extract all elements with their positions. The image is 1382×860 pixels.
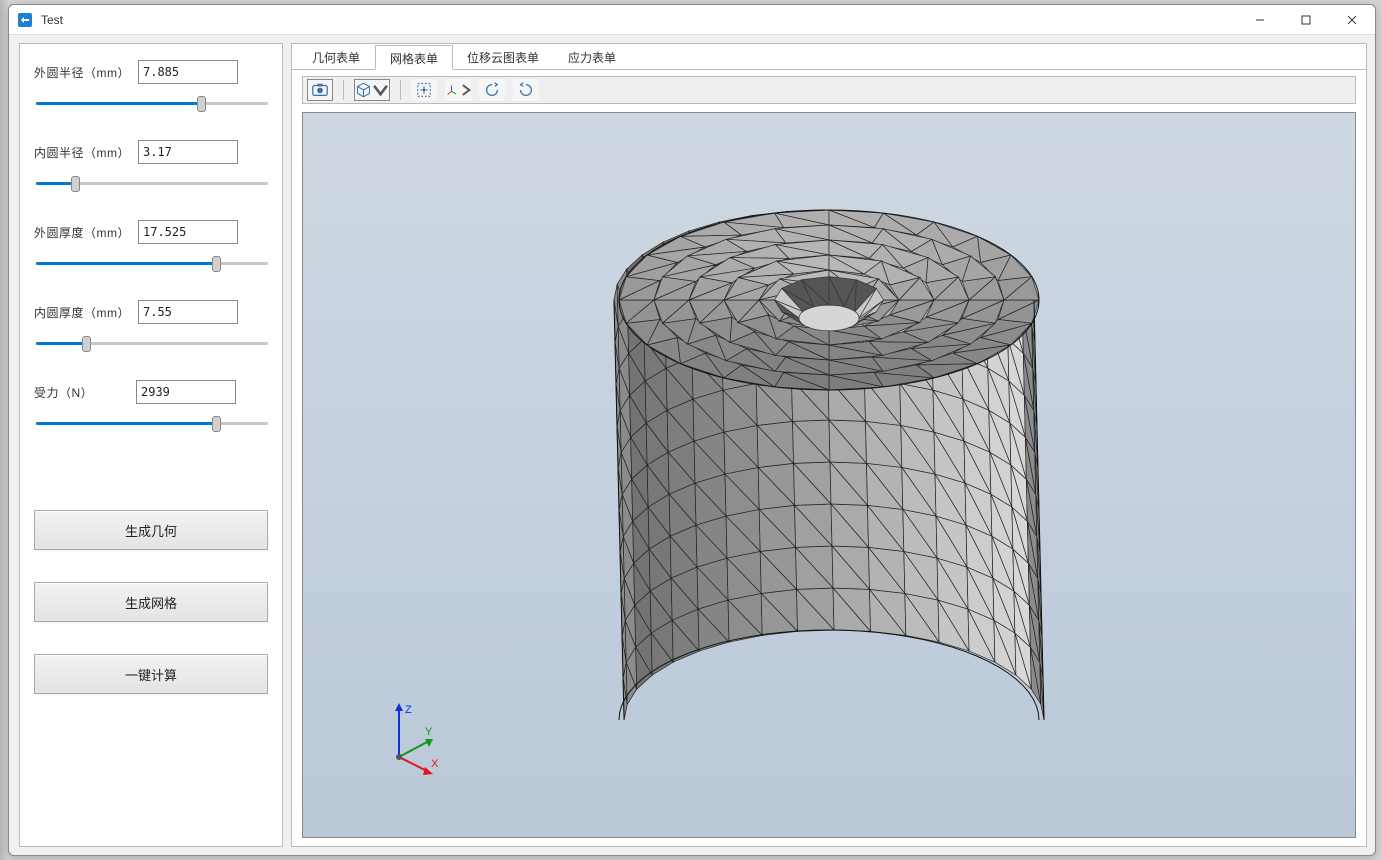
viewport-toolbar: [302, 76, 1356, 104]
tab-0[interactable]: 几何表单: [298, 45, 375, 70]
generate-mesh-button[interactable]: 生成网格: [34, 582, 268, 622]
field-slider-2[interactable]: [36, 254, 268, 272]
tab-2[interactable]: 位移云图表单: [453, 45, 554, 70]
rotate-left-icon[interactable]: [479, 79, 505, 101]
field-input-3[interactable]: [138, 300, 238, 324]
viewport-canvas[interactable]: Z Y X: [302, 112, 1356, 838]
field-slider-3[interactable]: [36, 334, 268, 352]
minimize-button[interactable]: [1237, 5, 1283, 34]
tab-bar: 几何表单网格表单位移云图表单应力表单: [292, 44, 1366, 70]
app-window: Test 外圆半径（mm） 内圆半径（mm） 外圆厚度（mm） 内圆厚度（mm）: [8, 4, 1376, 856]
tab-1[interactable]: 网格表单: [375, 45, 453, 70]
field-input-1[interactable]: [138, 140, 238, 164]
field-label-1: 内圆半径（mm）: [34, 144, 130, 161]
field-slider-0[interactable]: [36, 94, 268, 112]
title-bar: Test: [9, 5, 1375, 35]
parameter-panel: 外圆半径（mm） 内圆半径（mm） 外圆厚度（mm） 内圆厚度（mm） 受力（N…: [19, 43, 283, 847]
window-title: Test: [41, 13, 1237, 27]
app-icon: [17, 12, 33, 28]
tab-3[interactable]: 应力表单: [554, 45, 631, 70]
isometric-view-icon[interactable]: [354, 79, 390, 101]
field-label-2: 外圆厚度（mm）: [34, 224, 130, 241]
mesh-rendering: [569, 150, 1089, 800]
field-input-4[interactable]: [136, 380, 236, 404]
field-input-2[interactable]: [138, 220, 238, 244]
generate-geometry-button[interactable]: 生成几何: [34, 510, 268, 550]
field-label-0: 外圆半径（mm）: [34, 64, 130, 81]
close-button[interactable]: [1329, 5, 1375, 34]
field-label-4: 受力（N）: [34, 384, 128, 401]
viewport-area: Z Y X: [292, 70, 1366, 846]
maximize-button[interactable]: [1283, 5, 1329, 34]
fit-view-icon[interactable]: [411, 79, 437, 101]
field-label-3: 内圆厚度（mm）: [34, 304, 130, 321]
field-slider-4[interactable]: [36, 414, 268, 432]
screenshot-icon[interactable]: [307, 79, 333, 101]
field-slider-1[interactable]: [36, 174, 268, 192]
field-input-0[interactable]: [138, 60, 238, 84]
axis-orientation-icon[interactable]: [445, 79, 471, 101]
rotate-right-icon[interactable]: [513, 79, 539, 101]
main-panel: 几何表单网格表单位移云图表单应力表单: [291, 43, 1367, 847]
compute-button[interactable]: 一键计算: [34, 654, 268, 694]
